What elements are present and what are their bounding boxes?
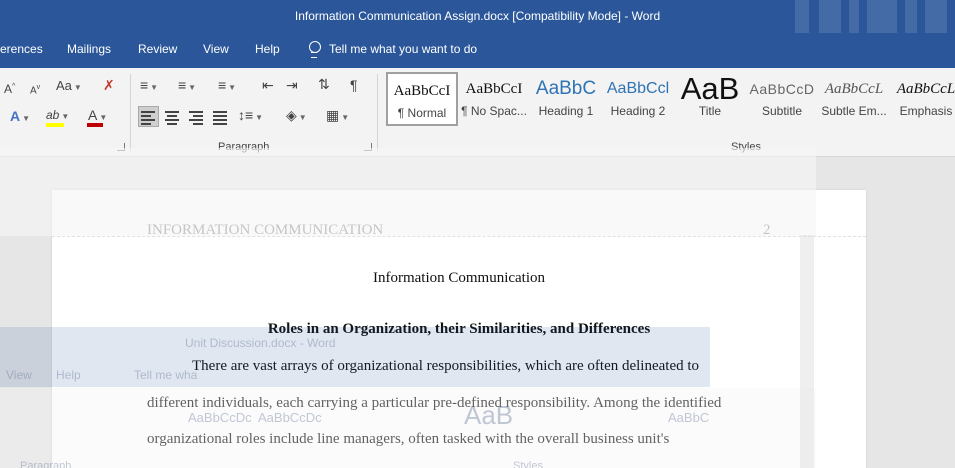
font-color-swatch [87, 123, 103, 127]
style-emphasis[interactable]: AaBbCcL Emphasis [890, 72, 955, 126]
clear-formatting-icon[interactable]: ✗ [103, 78, 115, 92]
paragraph-group-label: Paragraph [218, 141, 270, 153]
highlight-button[interactable]: ab ▼ [46, 108, 69, 124]
decrease-indent-button[interactable]: ⇤ [262, 78, 274, 92]
style-heading-2[interactable]: AaBbCcl Heading 2 [602, 72, 674, 126]
increase-indent-button[interactable]: ⇥ [286, 78, 298, 92]
tab-references[interactable]: erences [0, 42, 43, 56]
shrink-font-button[interactable]: Av [30, 81, 40, 98]
separator [377, 74, 378, 152]
align-left-button[interactable] [141, 111, 157, 125]
tab-view[interactable]: View [203, 42, 229, 56]
align-center-button[interactable] [165, 111, 181, 125]
highlight-color-swatch [46, 123, 64, 127]
grow-font-button[interactable]: A^ [4, 80, 15, 96]
style-no-spacing[interactable]: AaBbCcI ¶ No Spac... [458, 72, 530, 126]
line-spacing-button[interactable]: ↕≡ ▼ [238, 108, 263, 125]
shading-button[interactable]: ◈ ▼ [286, 108, 307, 125]
align-right-button[interactable] [189, 111, 205, 125]
tab-mailings[interactable]: Mailings [67, 42, 111, 56]
paragraph-line: organizational roles include line manage… [147, 431, 670, 447]
borders-button[interactable]: ▦ ▼ [326, 108, 349, 125]
paragraph-line: There are vast arrays of organizational … [192, 358, 700, 374]
document-area[interactable]: INFORMATION COMMUNICATION 2 Information … [0, 157, 955, 468]
paragraph-dialog-launcher[interactable] [364, 143, 372, 151]
style-normal[interactable]: AaBbCcI ¶ Normal [386, 72, 458, 126]
lightbulb-icon [308, 41, 321, 58]
sort-icon[interactable]: ⇅ [318, 77, 330, 91]
paragraph-line: different individuals, each carrying a p… [147, 395, 722, 411]
bullets-button[interactable]: ≡ ▼ [140, 78, 158, 95]
header-divider [52, 236, 866, 237]
document-title: Information Communication [372, 270, 546, 286]
multilevel-list-button[interactable]: ≡ ▼ [218, 78, 236, 95]
justify-button[interactable] [213, 111, 229, 125]
style-subtle-emphasis[interactable]: AaBbCcL Subtle Em... [818, 72, 890, 126]
document-page[interactable]: INFORMATION COMMUNICATION 2 Information … [52, 190, 866, 468]
style-heading-1[interactable]: AaBbC Heading 1 [530, 72, 602, 126]
tell-me-box[interactable]: Tell me what you want to do [308, 41, 478, 58]
tab-help[interactable]: Help [255, 42, 280, 56]
styles-group-label: Styles [731, 141, 761, 153]
style-subtitle[interactable]: AaBbCcD Subtitle [746, 72, 818, 126]
change-case-button[interactable]: Aa ▼ [56, 79, 82, 95]
ribbon: A^ Av Aa ▼ ✗ A ▼ ab ▼ A ▼ ≡ ▼ ≡ ▼ ≡ ▼ ⇤ ⇥ ⇅ ¶ ↕… [0, 68, 955, 157]
separator [130, 74, 131, 152]
section-heading: Roles in an Organization, their Similari… [267, 321, 651, 337]
style-title[interactable]: AaB Title [674, 72, 746, 126]
show-marks-button[interactable]: ¶ [350, 78, 358, 92]
ribbon-tabs: erences Mailings Review View Help Tell m… [0, 33, 955, 68]
font-dialog-launcher[interactable] [117, 143, 125, 151]
tell-me-text: Tell me what you want to do [329, 42, 478, 56]
title-bar: Information Communication Assign.docx [C… [0, 0, 955, 62]
tab-review[interactable]: Review [138, 42, 177, 56]
numbering-button[interactable]: ≡ ▼ [178, 78, 196, 95]
text-effects-button[interactable]: A ▼ [10, 109, 30, 126]
